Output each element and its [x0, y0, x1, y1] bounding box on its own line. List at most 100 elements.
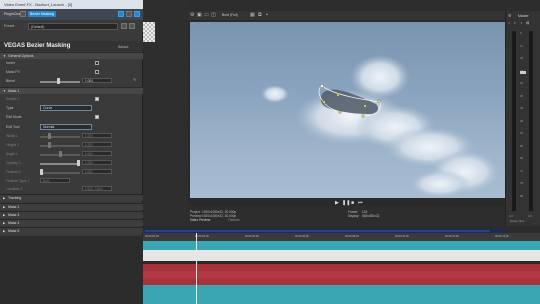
invert-checkbox[interactable] — [95, 61, 99, 65]
blend-value[interactable]: 1.000 — [82, 78, 112, 83]
general-options-section[interactable]: ▼ General Options — [0, 52, 143, 59]
blend-slider[interactable] — [40, 81, 80, 83]
project-properties-icon[interactable]: ▣ — [197, 12, 202, 18]
general-options-label: General Options — [8, 54, 34, 58]
master-title: Master — [518, 14, 529, 18]
downmix-icon[interactable]: ▤ — [526, 21, 529, 25]
preset-select[interactable]: (Default) — [28, 23, 118, 30]
vu-scale-tick: 36 — [520, 93, 524, 98]
opacity-value[interactable]: 1.000 — [82, 160, 112, 165]
tab-video-preview[interactable]: Video Preview — [190, 218, 210, 222]
feather-slider[interactable] — [40, 172, 80, 174]
mask5-label: Mask 5 — [8, 229, 20, 233]
save-snapshot-icon[interactable]: ▪ — [266, 12, 268, 18]
external-monitor-icon[interactable]: ▭ — [204, 12, 209, 18]
master-bus-label: Master Bus — [510, 219, 525, 223]
level-left: 0.0 — [509, 214, 513, 218]
about-link[interactable]: About — [118, 44, 128, 49]
edit-mode-label: Edit Mode — [6, 115, 22, 119]
ruler-timecode: 00:00:10;00 — [395, 235, 409, 238]
mask1-section[interactable]: ▼ Mask 1 — [0, 87, 143, 94]
location-value[interactable]: 0.500, 0.500 — [82, 186, 112, 191]
video-track-1[interactable] — [143, 241, 540, 250]
keyframe-icon[interactable]: ✎ — [133, 78, 137, 82]
preview-quality-select[interactable]: Best (Full) — [222, 13, 238, 17]
opacity-slider[interactable] — [40, 163, 80, 165]
feather-value[interactable]: 0.000 — [82, 169, 112, 174]
vu-scale-tick: 66 — [520, 156, 524, 160]
tab-trimmer[interactable]: Trimmer — [228, 218, 240, 222]
play-icon[interactable]: ▶ — [335, 200, 339, 206]
mask4-section[interactable]: ▶ Mask 4 — [0, 219, 143, 226]
mask5-section[interactable]: ▶ Mask 5 — [0, 227, 143, 234]
mask-fx-checkbox[interactable] — [95, 70, 99, 74]
playhead-cursor[interactable] — [196, 233, 197, 304]
width-slider[interactable] — [40, 136, 80, 138]
master-fader-handle[interactable] — [520, 71, 526, 74]
preset-row: Preset: (Default) — [0, 20, 143, 32]
timeline-ruler[interactable]: 00:00:00;00 00:00:02;00 00:00:04;00 00:00:0… — [143, 233, 540, 241]
video-track-3[interactable] — [143, 285, 540, 304]
level-right: 0.0 — [528, 214, 532, 218]
vu-scale-tick: 78 — [520, 181, 524, 185]
delete-preset-icon[interactable] — [129, 23, 135, 29]
media-thumbnail[interactable] — [143, 22, 155, 42]
enable1-checkbox[interactable] — [95, 97, 99, 101]
video-event-fx-window: Video Event FX - Bozkurt_Launch - [0] Pl… — [0, 0, 143, 236]
feather-slider-thumb[interactable] — [40, 169, 43, 175]
angle-slider-thumb[interactable] — [59, 151, 62, 157]
mute-icon[interactable]: ◐ — [514, 21, 516, 25]
edit-mode-checkbox[interactable] — [95, 115, 99, 119]
invert-label: Invert — [6, 61, 15, 65]
vu-scale-tick: 42 — [520, 106, 524, 110]
display-size-label: Display: — [348, 214, 360, 218]
opacity-label: Opacity 1 — [6, 161, 21, 165]
master-settings-icon[interactable]: ⚙ — [508, 13, 512, 18]
pause-icon[interactable]: ❚❚ — [342, 200, 350, 206]
feather-type-dropdown[interactable]: Both — [40, 178, 70, 183]
split-screen-icon[interactable]: ◫ — [211, 12, 216, 18]
audio-track-1[interactable] — [143, 264, 540, 271]
width-value[interactable]: 0.200 — [82, 133, 112, 138]
remove-plugin-icon[interactable] — [126, 11, 132, 17]
height-value[interactable]: 0.200 — [82, 142, 112, 147]
height-slider[interactable] — [40, 145, 80, 147]
overlays-icon[interactable]: ▦ — [250, 12, 255, 18]
height-label: Height 1 — [6, 143, 20, 147]
mask3-section[interactable]: ▶ Mask 3 — [0, 211, 143, 218]
type-dropdown[interactable]: Curve — [40, 105, 92, 111]
ruler-timecode: 00:00:14;00 — [495, 235, 509, 238]
copy-snapshot-icon[interactable]: ⧉ — [258, 12, 262, 18]
tracking-section[interactable]: ▶ Tracking — [0, 194, 143, 201]
angle-value[interactable]: 0.000 — [82, 151, 112, 156]
plugin-title: VEGAS Bezier Masking — [4, 43, 71, 49]
audio-track-3[interactable] — [143, 278, 540, 285]
expand-arrow-icon: ▶ — [3, 213, 6, 217]
blend-slider-thumb[interactable] — [57, 78, 60, 84]
ruler-timecode: 00:00:04;00 — [245, 235, 259, 238]
bezier-masking-chip[interactable]: Bezier Masking — [28, 11, 56, 17]
mask-fx-label: Mask FX — [6, 70, 20, 74]
vu-scale-tick: 54 — [520, 131, 524, 135]
height-slider-thumb[interactable] — [48, 142, 51, 148]
plugin-chain-icon[interactable] — [118, 11, 124, 17]
fx-icon[interactable]: ● — [508, 21, 510, 25]
vu-scale-tick: 18 — [520, 56, 524, 60]
audio-track-2[interactable] — [143, 271, 540, 278]
width-slider-thumb[interactable] — [48, 133, 51, 139]
save-preset-icon[interactable] — [121, 23, 127, 29]
scrollbar-thumb[interactable] — [145, 230, 490, 232]
fx-window-title[interactable]: Video Event FX - Bozkurt_Launch - [0] — [0, 0, 143, 9]
settings-icon[interactable]: ⚙ — [190, 12, 194, 18]
video-track-2[interactable] — [143, 250, 540, 261]
solo-icon[interactable]: ◑ — [520, 21, 522, 25]
expand-arrow-icon: ▶ — [3, 196, 6, 200]
add-plugin-icon[interactable] — [134, 11, 140, 17]
prev-frame-icon[interactable]: ⏮ — [358, 200, 363, 206]
stop-icon[interactable]: ■ — [351, 200, 354, 206]
opacity-slider-thumb[interactable] — [77, 160, 80, 166]
video-frame[interactable] — [190, 22, 505, 198]
edit-tool-dropdown[interactable]: Normal — [40, 124, 92, 130]
plugin-toggle-button[interactable] — [20, 11, 26, 17]
mask2-section[interactable]: ▶ Mask 2 — [0, 203, 143, 210]
